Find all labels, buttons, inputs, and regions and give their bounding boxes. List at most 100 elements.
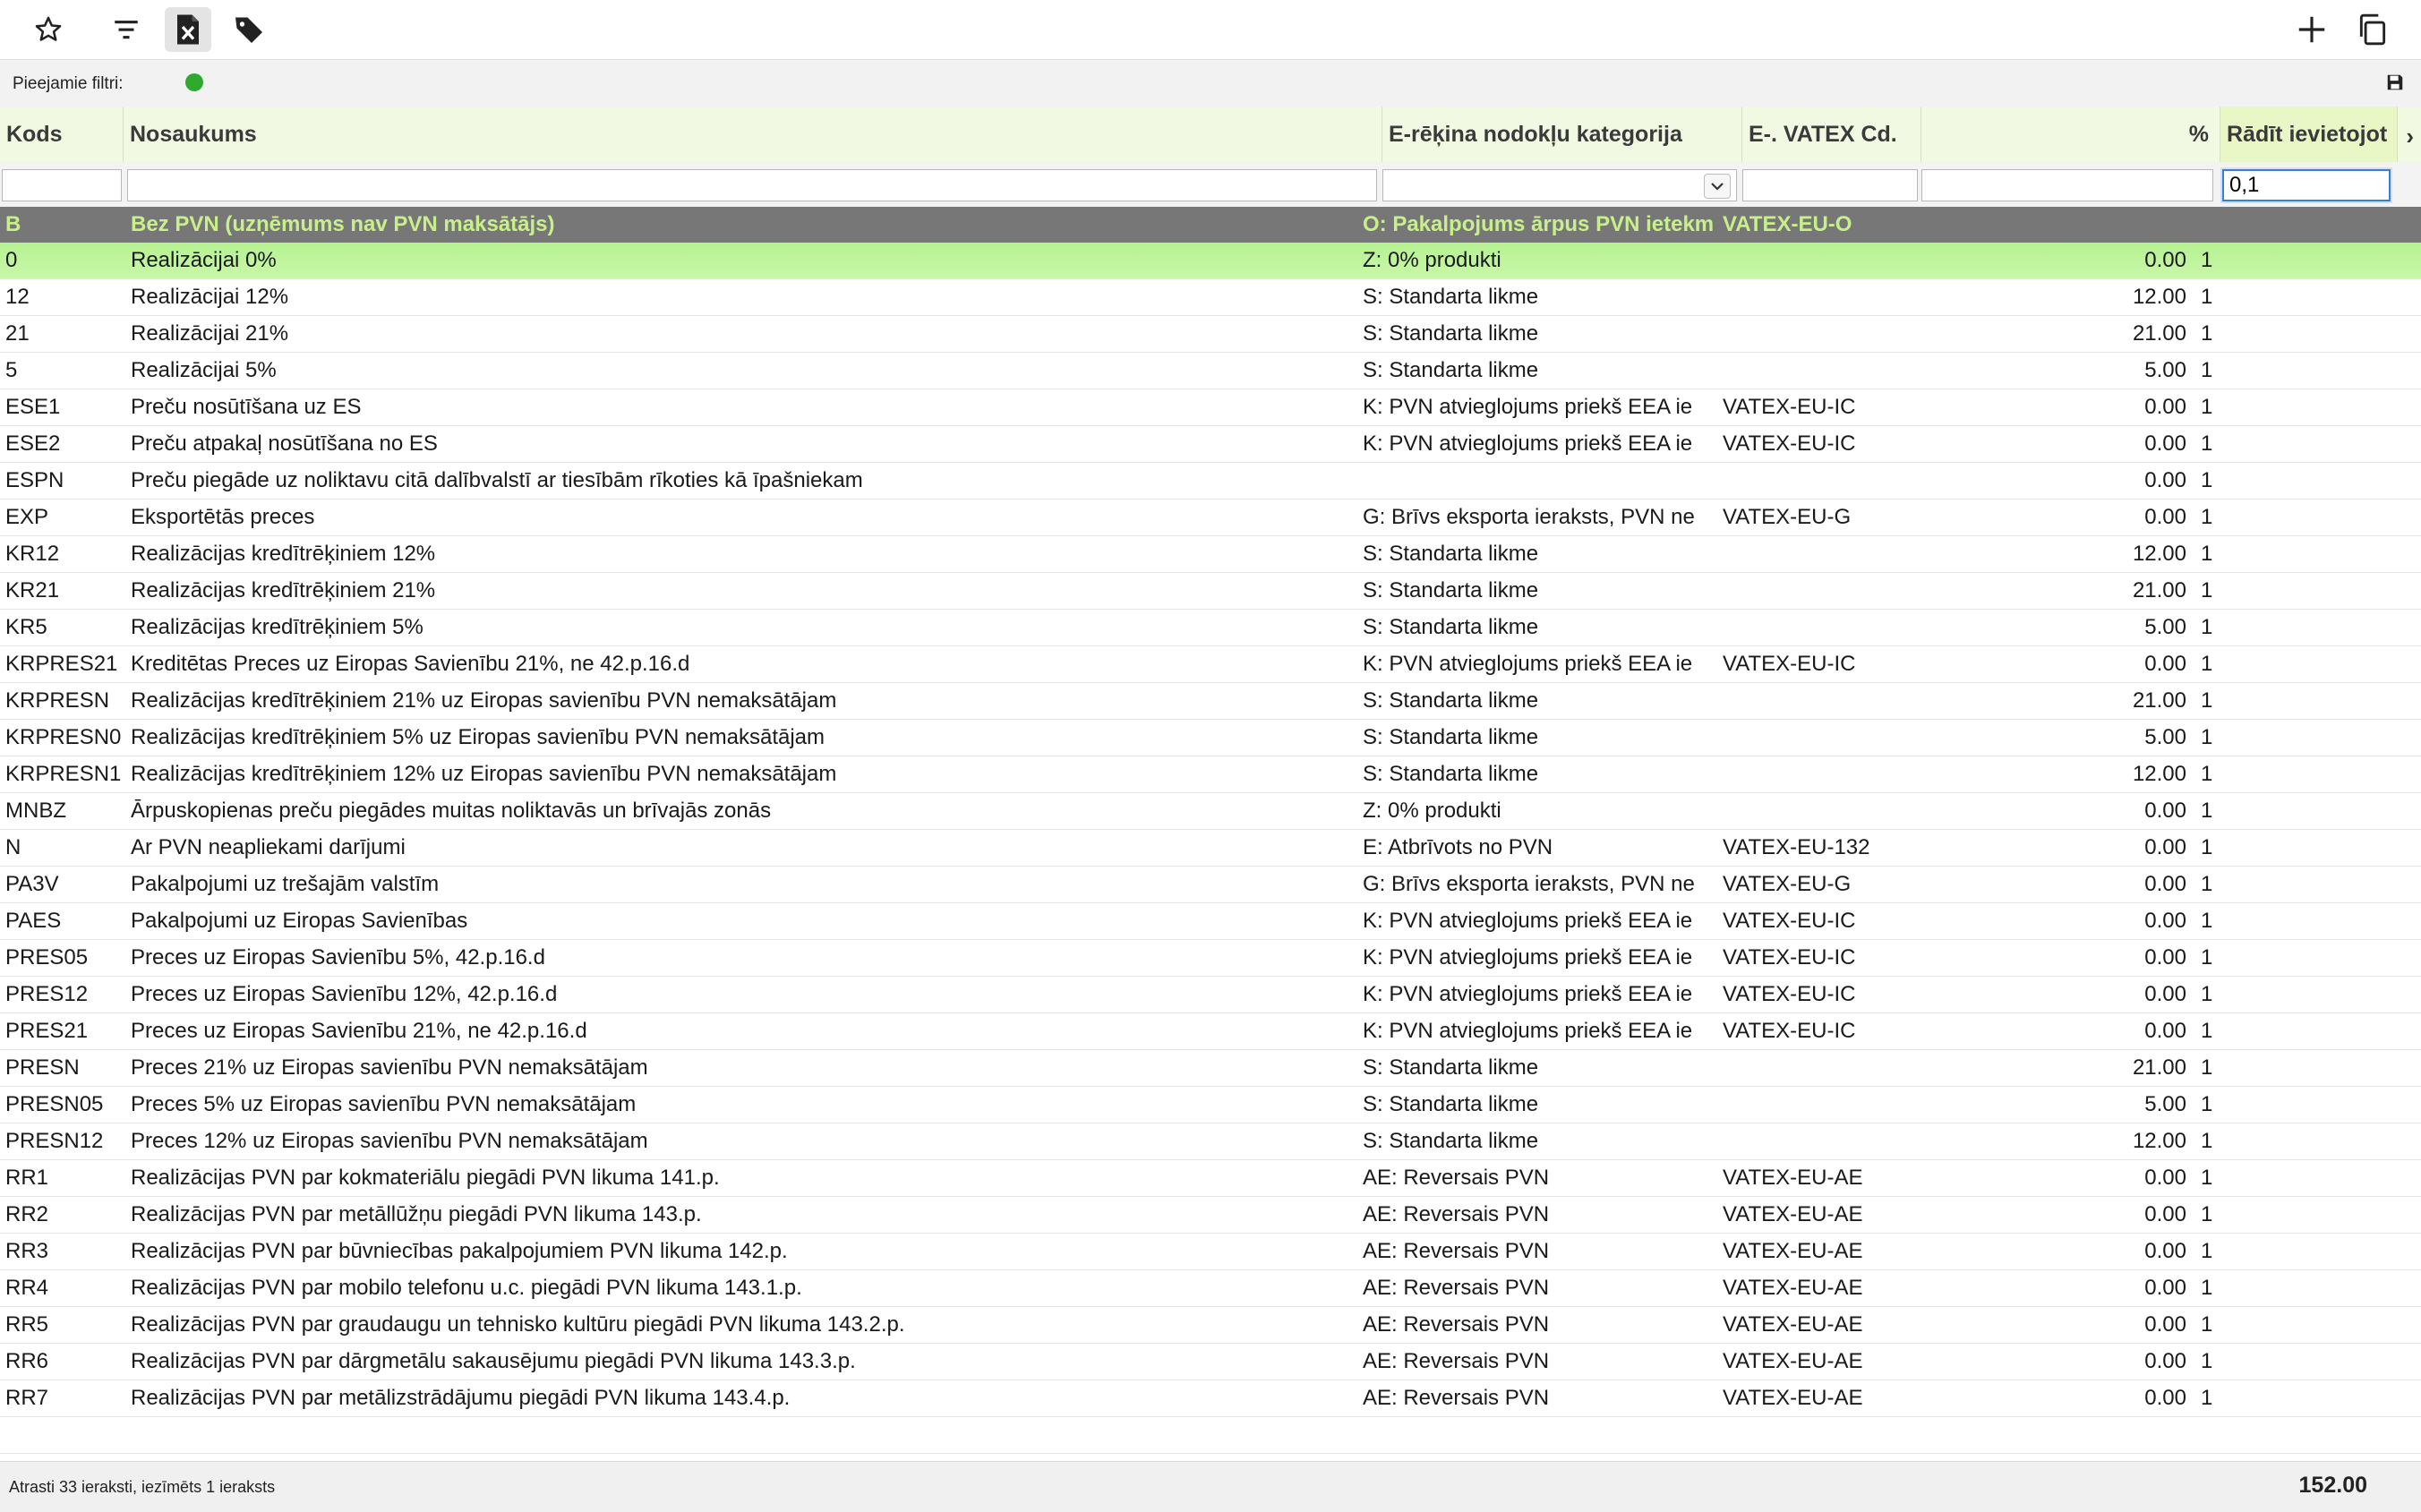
filter-status-indicator (185, 73, 203, 91)
filter-button[interactable] (103, 7, 150, 52)
cell-kods: RR4 (5, 1276, 49, 1300)
scroll-right-icon[interactable]: › (2406, 123, 2414, 150)
table-row[interactable]: PRES21 Preces uz Eiropas Savienību 21%, n… (0, 1013, 2421, 1050)
table-row[interactable]: PRESN Preces 21% uz Eiropas savienību PVN… (0, 1050, 2421, 1087)
table-row[interactable]: KR12 Realizācijas kredītrēķiniem 12% S: St… (0, 536, 2421, 573)
data-table: B Bez PVN (uzņēmums nav PVN maksātājs) O… (0, 207, 2421, 1454)
cell-kategorija: G: Brīvs eksporta ieraksts, PVN ne (1363, 505, 1695, 529)
cell-nosaukums: Realizācijas PVN par dārgmetālu sakausēj… (131, 1349, 856, 1373)
column-header-kods[interactable]: Kods (0, 107, 124, 162)
cell-percent: 0.00 (2144, 1349, 2186, 1373)
table-row[interactable]: EXP Eksportētās preces G: Brīvs eksporta i… (0, 500, 2421, 536)
table-row[interactable]: KR5 Realizācijas kredītrēķiniem 5% S: Stan… (0, 610, 2421, 646)
table-row[interactable]: PA3V Pakalpojumi uz trešajām valstīm G: Br… (0, 867, 2421, 903)
save-icon[interactable] (2385, 73, 2405, 92)
column-header-nosaukums[interactable]: Nosaukums (124, 107, 1382, 162)
table-row[interactable]: PRESN05 Preces 5% uz Eiropas savienību PV… (0, 1087, 2421, 1123)
cell-percent: 0.00 (2144, 431, 2186, 456)
table-row[interactable]: 5 Realizācijai 5% S: Standarta likme 5.00 1 (0, 353, 2421, 389)
cell-kods: KRPRESN05 (5, 725, 122, 749)
table-row[interactable]: MNBZ Ārpuskopienas preču piegādes muitas … (0, 793, 2421, 830)
cell-kategorija: AE: Reversais PVN (1363, 1166, 1550, 1190)
cell-kategorija: G: Brīvs eksporta ieraksts, PVN ne (1363, 872, 1695, 896)
cell-nosaukums: Realizācijas PVN par kokmateriālu piegād… (131, 1166, 720, 1190)
column-header-kategorija[interactable]: E-rēķina nodokļu kategorija (1382, 107, 1742, 162)
table-row[interactable]: 12 Realizācijai 12% S: Standarta likme 12.0… (0, 279, 2421, 316)
table-row[interactable]: RR3 Realizācijas PVN par būvniecības paka… (0, 1234, 2421, 1270)
group-row[interactable]: B Bez PVN (uzņēmums nav PVN maksātājs) O… (0, 207, 2421, 243)
table-row[interactable]: ESPN Preču piegāde uz noliktavu citā dalī… (0, 463, 2421, 500)
cell-nosaukums: Preces uz Eiropas Savienību 5%, 42.p.16.… (131, 945, 545, 970)
table-row[interactable]: ESE2 Preču atpakaļ nosūtīšana no ES K: PVN… (0, 426, 2421, 463)
table-row[interactable]: RR1 Realizācijas PVN par kokmateriālu pie… (0, 1160, 2421, 1197)
cell-nosaukums: Realizācijas PVN par būvniecības pakalpo… (131, 1239, 788, 1263)
column-header-vatex[interactable]: E-. VATEX Cd. (1742, 107, 1921, 162)
cell-kategorija: S: Standarta likme (1363, 578, 1539, 602)
table-row[interactable]: RR5 Realizācijas PVN par graudaugu un teh… (0, 1307, 2421, 1344)
table-row[interactable]: 0 Realizācijai 0% Z: 0% produkti 0.00 1 (0, 243, 2421, 279)
cell-kategorija: AE: Reversais PVN (1363, 1276, 1550, 1300)
cell-nosaukums: Preces uz Eiropas Savienību 12%, 42.p.16… (131, 982, 558, 1006)
cell-vatex: VATEX-EU-IC (1723, 909, 1856, 933)
filter-percent-input[interactable] (1921, 169, 2213, 201)
cell-vatex: VATEX-EU-AE (1723, 1239, 1863, 1263)
table-row[interactable]: 21 Realizācijai 21% S: Standarta likme 21.0… (0, 316, 2421, 353)
excel-icon (177, 14, 199, 45)
add-button[interactable] (2288, 7, 2335, 52)
table-row[interactable]: PRES12 Preces uz Eiropas Savienību 12%, 4… (0, 977, 2421, 1013)
cell-vatex: VATEX-EU-132 (1723, 835, 1870, 859)
cell-show: 1 (2201, 1129, 2213, 1153)
cell-vatex: VATEX-EU-G (1723, 872, 1852, 896)
cell-nosaukums: Realizācijas kredītrēķiniem 12% uz Eirop… (131, 762, 837, 786)
table-row[interactable]: RR7 Realizācijas PVN par metālizstrādājum… (0, 1380, 2421, 1417)
cell-show: 1 (2201, 1239, 2213, 1263)
cell-kategorija: K: PVN atvieglojums priekš EEA ie (1363, 395, 1693, 419)
cell-show: 1 (2201, 578, 2213, 602)
table-row[interactable]: PRES05 Preces uz Eiropas Savienību 5%, 42… (0, 940, 2421, 977)
cell-percent: 0.00 (2144, 1239, 2186, 1263)
cell-percent: 12.00 (2132, 1129, 2186, 1153)
cell-percent: 0.00 (2144, 1202, 2186, 1226)
column-header-percent[interactable]: % (1921, 107, 2220, 162)
table-row[interactable]: PAES Pakalpojumi uz Eiropas Savienības K: … (0, 903, 2421, 940)
table-row[interactable]: PRESN12 Preces 12% uz Eiropas savienību P… (0, 1123, 2421, 1160)
table-row[interactable]: RR2 Realizācijas PVN par metāllūžņu piegā… (0, 1197, 2421, 1234)
cell-kods: ESE2 (5, 431, 61, 456)
cell-percent: 0.00 (2144, 505, 2186, 529)
table-row[interactable]: KR21 Realizācijas kredītrēķiniem 21% S: St… (0, 573, 2421, 610)
filter-kategorija-select[interactable] (1382, 169, 1737, 201)
cell-nosaukums: Preces 21% uz Eiropas savienību PVN nema… (131, 1055, 648, 1080)
export-excel-button[interactable] (165, 7, 211, 52)
cell-show: 1 (2201, 1349, 2213, 1373)
copy-button[interactable] (2349, 7, 2396, 52)
tag-button[interactable] (226, 7, 272, 52)
cell-vatex: VATEX-EU-IC (1723, 652, 1856, 676)
favorite-button[interactable] (25, 7, 72, 52)
cell-show: 1 (2201, 468, 2213, 492)
cell-percent: 0.00 (2144, 945, 2186, 970)
table-row[interactable]: KRPRESN12 Realizācijas kredītrēķiniem 12%… (0, 756, 2421, 793)
table-row[interactable]: N Ar PVN neapliekami darījumi E: Atbrīvots… (0, 830, 2421, 867)
cell-nosaukums: Realizācijas PVN par metālizstrādājumu p… (131, 1386, 791, 1410)
cell-kods: PRES05 (5, 945, 89, 970)
table-row[interactable]: KRPRESN05 Realizācijas kredītrēķiniem 5% … (0, 720, 2421, 756)
filter-vatex-input[interactable] (1742, 169, 1918, 201)
filter-nosaukums-input[interactable] (127, 169, 1377, 201)
cell-nosaukums: Realizācijas PVN par graudaugu un tehnis… (131, 1312, 905, 1337)
chevron-down-icon (1704, 174, 1731, 199)
cell-kods: N (5, 835, 21, 859)
table-row[interactable]: KRPRESN Realizācijas kredītrēķiniem 21% u… (0, 683, 2421, 720)
cell-kategorija: K: PVN atvieglojums priekš EEA ie (1363, 431, 1693, 456)
cell-nosaukums: Eksportētās preces (131, 505, 315, 529)
column-header-radit[interactable]: Rādīt ievietojot (2220, 107, 2398, 162)
table-row[interactable]: RR4 Realizācijas PVN par mobilo telefonu … (0, 1270, 2421, 1307)
table-row[interactable]: ESE1 Preču nosūtīšana uz ES K: PVN atviegl… (0, 389, 2421, 426)
table-row[interactable]: RR6 Realizācijas PVN par dārgmetālu sakau… (0, 1344, 2421, 1380)
cell-kods: 21 (5, 321, 30, 346)
filter-kods-input[interactable] (2, 169, 122, 201)
cell-kategorija: AE: Reversais PVN (1363, 1312, 1550, 1337)
table-row[interactable]: KRPRES21 Kreditētas Preces uz Eiropas Sav… (0, 646, 2421, 683)
cell-nosaukums: Ārpuskopienas preču piegādes muitas noli… (131, 799, 772, 823)
filter-radit-input[interactable] (2222, 169, 2391, 201)
cell-show: 1 (2201, 321, 2213, 346)
